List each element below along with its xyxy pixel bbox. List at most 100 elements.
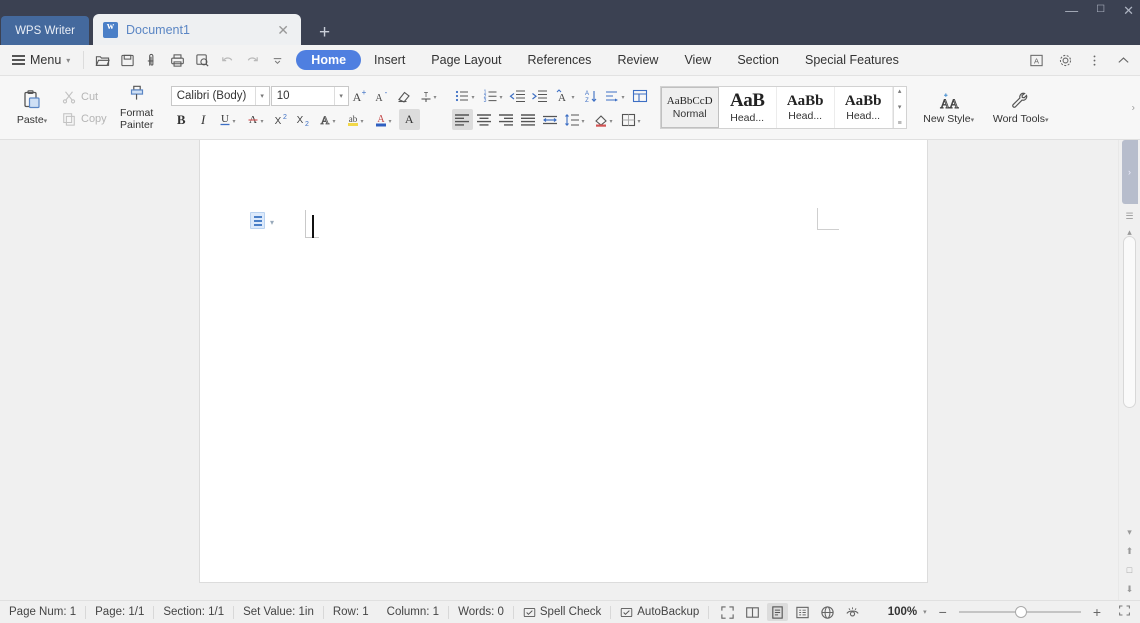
sort-button[interactable]: AZ [580, 85, 601, 106]
document-scroll-area[interactable]: ▾ [0, 140, 1118, 600]
app-badge[interactable]: WPS Writer [1, 16, 89, 45]
maximize-icon[interactable]: ☐ [1096, 5, 1105, 15]
zoom-out-button[interactable]: − [933, 605, 953, 619]
scroll-down-icon[interactable]: ▾ [898, 104, 902, 111]
paragraph-layout-button[interactable]: ▾ [602, 85, 629, 106]
status-column[interactable]: Column: 1 [378, 606, 448, 618]
paste-button[interactable]: Paste▾ [6, 79, 58, 137]
scroll-up-icon[interactable]: ▴ [898, 88, 902, 95]
print-icon[interactable] [166, 49, 188, 71]
underline-button[interactable]: U ▾ [215, 109, 242, 130]
previous-page-icon[interactable]: ⬆ [1126, 547, 1134, 556]
font-color-button[interactable]: A ▾ [371, 109, 398, 130]
zoom-slider[interactable] [958, 605, 1081, 619]
justify-button[interactable] [518, 109, 539, 130]
tab-insert[interactable]: Insert [361, 50, 418, 70]
close-icon[interactable]: ✕ [275, 23, 291, 37]
font-family-select[interactable]: Calibri (Body) ▾ [170, 85, 270, 106]
format-painter-button[interactable]: Format Painter [111, 79, 163, 137]
highlight-color-button[interactable]: ab ▾ [343, 109, 370, 130]
collapse-ribbon-icon[interactable] [1114, 51, 1132, 69]
font-size-select[interactable]: 10 ▾ [270, 85, 349, 106]
status-set-value[interactable]: Set Value: 1in [234, 606, 323, 618]
select-browse-object-icon[interactable]: □ [1127, 566, 1132, 575]
pinyin-guide-icon[interactable]: T ▾ [416, 85, 443, 106]
italic-button[interactable]: I [193, 109, 214, 130]
tab-page-layout[interactable]: Page Layout [418, 50, 514, 70]
tab-view[interactable]: View [671, 50, 724, 70]
status-row[interactable]: Row: 1 [324, 606, 378, 618]
decrease-indent-button[interactable] [508, 85, 529, 106]
character-shading-button[interactable]: A [398, 109, 420, 130]
fullscreen-view-button[interactable] [717, 603, 738, 621]
web-layout-view-button[interactable] [817, 603, 838, 621]
side-panel-toggle[interactable]: › [1121, 140, 1138, 204]
eye-protection-button[interactable] [842, 603, 863, 621]
reading-view-button[interactable] [742, 603, 763, 621]
document-tab[interactable]: Document1 ✕ [93, 14, 301, 45]
zoom-in-button[interactable]: + [1087, 605, 1107, 619]
grow-font-icon[interactable]: A + [350, 85, 371, 106]
ribbon-expand-icon[interactable]: › [1132, 102, 1135, 113]
bold-button[interactable]: B [171, 109, 192, 130]
align-left-button[interactable] [451, 109, 473, 130]
more-options-icon[interactable] [1085, 51, 1103, 69]
redo-icon[interactable] [241, 49, 263, 71]
show-formatting-marks-button[interactable] [630, 85, 651, 106]
distributed-button[interactable] [540, 109, 561, 130]
tab-references[interactable]: References [515, 50, 605, 70]
gear-icon[interactable] [1056, 51, 1074, 69]
strikethrough-button[interactable]: A ▾ [243, 109, 270, 130]
borders-button[interactable]: ▾ [618, 109, 645, 130]
status-autobackup[interactable]: AutoBackup [611, 606, 708, 619]
new-style-button[interactable]: A A New Style▾ [915, 79, 983, 137]
save-icon[interactable] [116, 49, 138, 71]
menu-button[interactable]: Menu ▾ [6, 53, 76, 67]
status-words[interactable]: Words: 0 [449, 606, 513, 618]
style-item-heading-2[interactable]: AaBb Head... [777, 87, 835, 128]
tab-review[interactable]: Review [604, 50, 671, 70]
word-tools-button[interactable]: Word Tools▾ [983, 79, 1059, 137]
align-center-button[interactable] [474, 109, 495, 130]
text-effects-button[interactable]: A ▾ [315, 109, 342, 130]
tab-home[interactable]: Home [296, 50, 362, 70]
asian-layout-button[interactable]: A ▾ [552, 85, 579, 106]
new-tab-button[interactable]: + [319, 23, 330, 42]
customize-quick-access-icon[interactable] [266, 49, 288, 71]
outline-view-button[interactable] [792, 603, 813, 621]
shading-button[interactable]: ▾ [590, 109, 617, 130]
subscript-button[interactable]: X2 [293, 109, 314, 130]
style-item-heading-1[interactable]: AaB Head... [719, 87, 777, 128]
window-close-icon[interactable]: ✕ [1123, 4, 1134, 17]
zoom-slider-knob[interactable] [1014, 606, 1027, 618]
minimize-icon[interactable]: — [1065, 4, 1078, 17]
clear-formatting-icon[interactable] [394, 85, 415, 106]
status-spell-check[interactable]: Spell Check [514, 606, 610, 619]
chevron-down-icon[interactable]: ▾ [270, 218, 274, 227]
vertical-scrollbar-thumb[interactable] [1123, 236, 1136, 408]
align-right-button[interactable] [496, 109, 517, 130]
bullet-list-button[interactable]: ▾ [452, 85, 479, 106]
status-page[interactable]: Page: 1/1 [86, 606, 153, 618]
paragraph-settings-icon[interactable] [250, 212, 265, 229]
line-spacing-button[interactable]: ▾ [562, 109, 589, 130]
scroll-down-icon[interactable]: ▾ [1127, 528, 1132, 537]
numbered-list-button[interactable]: 1 2 3 ▾ [480, 85, 507, 106]
tab-section[interactable]: Section [724, 50, 792, 70]
more-styles-icon[interactable]: ≡ [898, 120, 902, 127]
save-as-icon[interactable] [141, 49, 163, 71]
status-section[interactable]: Section: 1/1 [154, 606, 233, 618]
document-page[interactable]: ▾ [200, 140, 927, 582]
undo-icon[interactable] [216, 49, 238, 71]
tab-special-features[interactable]: Special Features [792, 50, 912, 70]
status-page-num[interactable]: Page Num: 1 [0, 606, 85, 618]
print-layout-view-button[interactable] [767, 603, 789, 621]
superscript-button[interactable]: X2 [271, 109, 292, 130]
document-mode-icon[interactable]: A [1027, 51, 1045, 69]
shrink-font-icon[interactable]: A- [372, 85, 393, 106]
fit-to-window-button[interactable] [1113, 604, 1136, 620]
print-preview-icon[interactable] [191, 49, 213, 71]
style-item-heading-3[interactable]: AaBb Head... [835, 87, 893, 128]
style-item-normal[interactable]: AaBbCcD Normal [660, 87, 719, 128]
increase-indent-button[interactable] [530, 85, 551, 106]
